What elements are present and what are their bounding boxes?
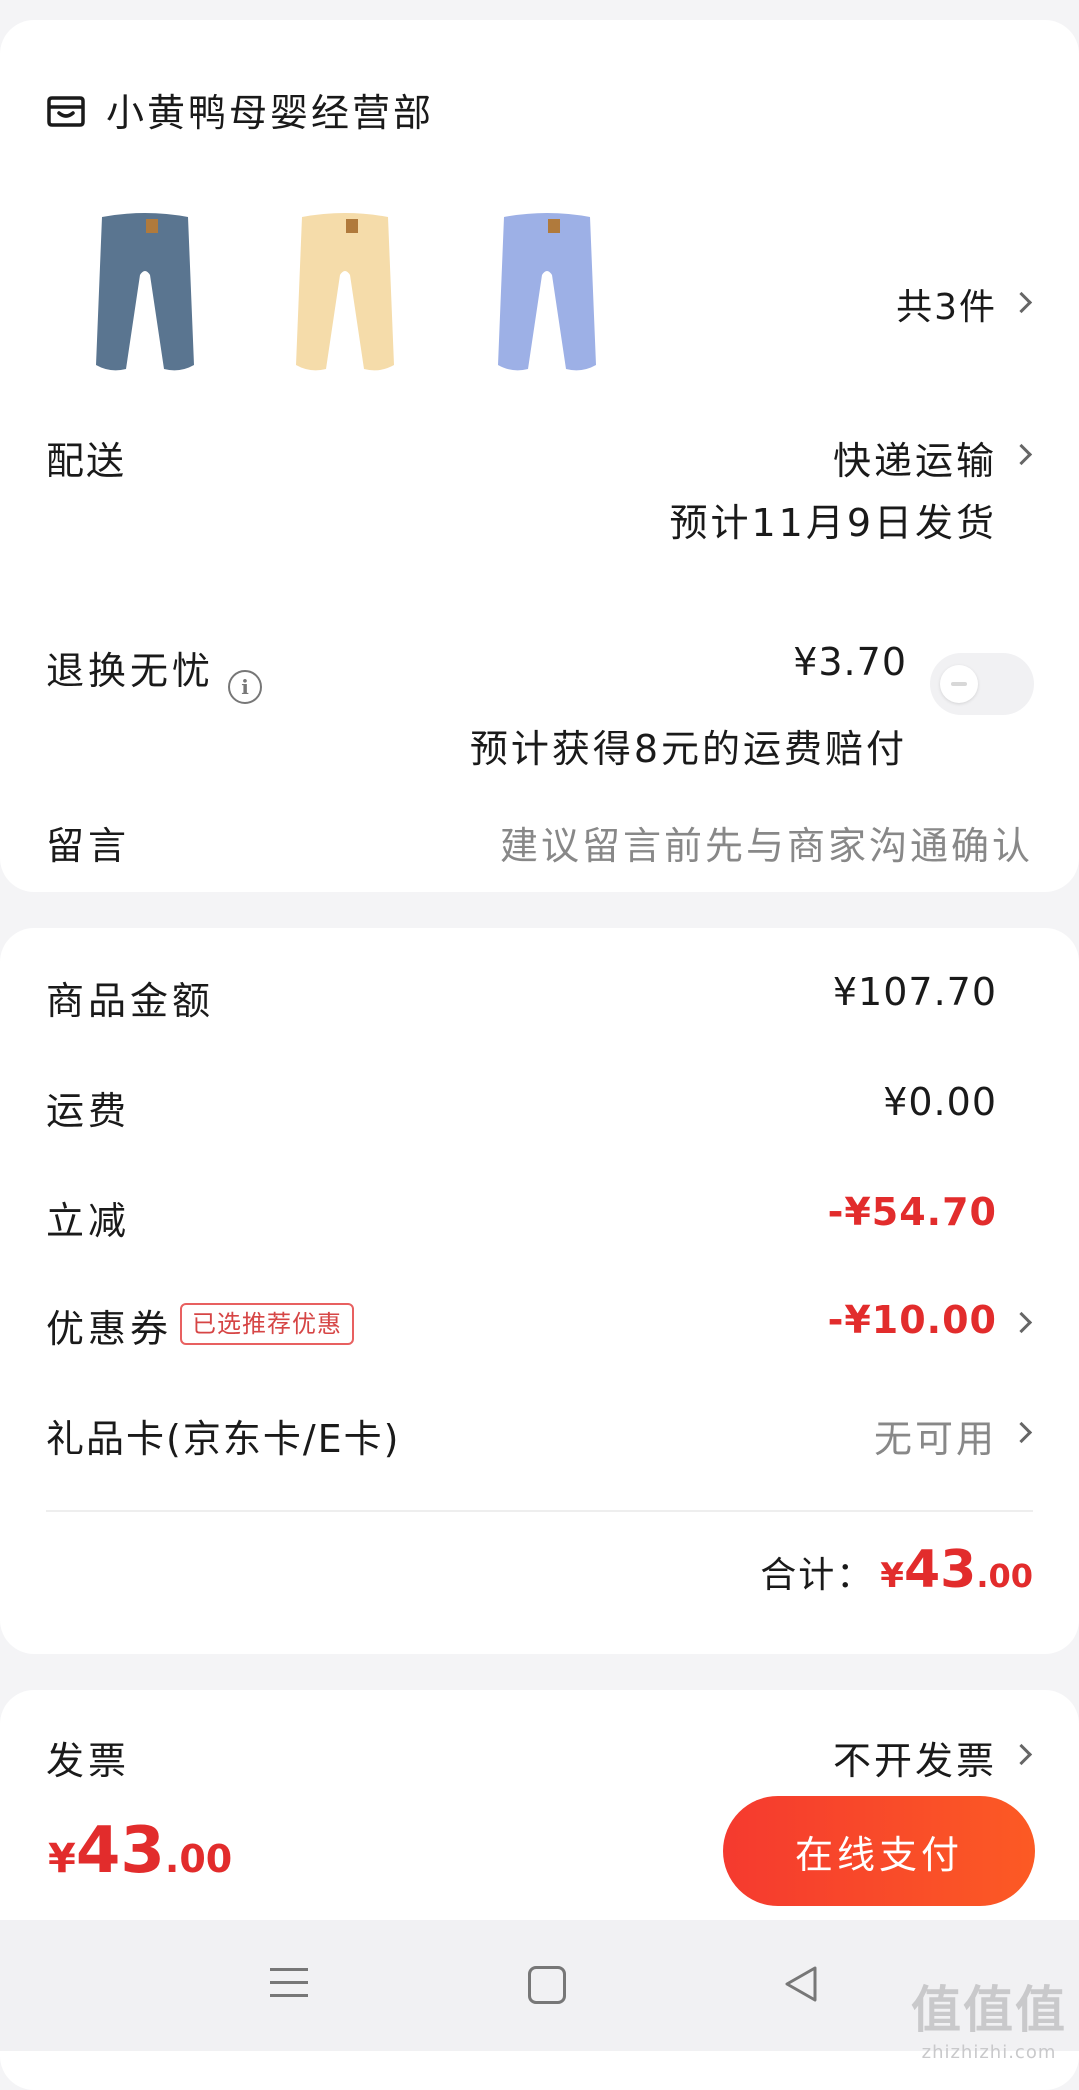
chevron-right-icon — [1010, 1311, 1033, 1334]
return-insurance-label: 退换无忧 — [46, 649, 215, 693]
gift-card-value[interactable]: 无可用 — [874, 1408, 997, 1463]
pay-currency: ¥ — [48, 1836, 76, 1882]
goods-amount-value: ¥107.70 — [832, 970, 997, 1014]
watermark-url: zhizhizhi.com — [921, 2042, 1057, 2063]
pay-bar: ¥ 43 .00 在线支付 — [0, 1790, 1079, 1920]
pay-amount-dec: .00 — [164, 1837, 233, 1881]
coupon-label[interactable]: 优惠券 — [46, 1298, 172, 1353]
price-summary-card: 商品金额 ¥107.70 运费 ¥0.00 立减 -¥54.70 优惠券 已选推… — [0, 928, 1079, 1654]
chevron-right-icon — [1010, 291, 1033, 314]
item-count[interactable]: 共3件 — [896, 278, 997, 330]
toggle-knob — [940, 665, 978, 703]
return-insurance-price: ¥3.70 — [793, 640, 907, 684]
freight-label: 运费 — [46, 1089, 131, 1133]
chevron-right-icon — [1010, 443, 1033, 466]
store-name[interactable]: 小黄鸭母婴经营部 — [106, 82, 434, 137]
invoice-label: 发票 — [46, 1739, 131, 1783]
goods-amount-label: 商品金额 — [46, 979, 215, 1023]
freight-value: ¥0.00 — [883, 1080, 997, 1124]
menu-icon[interactable] — [270, 1968, 308, 2007]
return-insurance-toggle[interactable] — [930, 653, 1034, 715]
shipping-label: 配送 — [46, 439, 127, 483]
total-amount: 43 — [903, 1540, 977, 1600]
back-icon[interactable] — [783, 1964, 819, 2004]
chevron-right-icon — [1010, 1421, 1033, 1444]
instant-discount-label: 立减 — [46, 1199, 131, 1243]
coupon-badge: 已选推荐优惠 — [180, 1303, 354, 1345]
chevron-right-icon — [1010, 1743, 1033, 1766]
info-icon[interactable]: i — [228, 670, 262, 704]
product-image-3[interactable] — [492, 205, 602, 380]
order-card: 小黄鸭母婴经营部 共3件 配送 快递运输 预计11月9日发货 退换无忧 i ¥3… — [0, 20, 1079, 892]
total-decimal: .00 — [976, 1557, 1033, 1595]
shipping-eta: 预计11月9日发货 — [669, 501, 997, 545]
total-label: 合计： — [760, 1555, 875, 1596]
product-image-2[interactable] — [290, 205, 400, 380]
gift-card-label[interactable]: 礼品卡(京东卡/E卡) — [46, 1408, 400, 1463]
pay-amount-int: 43 — [75, 1814, 165, 1888]
pay-online-button[interactable]: 在线支付 — [723, 1796, 1035, 1906]
product-image-1[interactable] — [90, 205, 200, 380]
instant-discount-value: -¥54.70 — [827, 1190, 997, 1234]
pay-amount: ¥ 43 .00 — [48, 1814, 232, 1888]
return-insurance-note: 预计获得8元的运费赔付 — [469, 727, 907, 771]
shipping-method[interactable]: 快递运输 — [833, 430, 997, 485]
message-input[interactable]: 建议留言前先与商家沟通确认 — [500, 815, 1033, 870]
watermark-logo: 值值值 — [911, 1981, 1067, 2039]
invoice-value[interactable]: 不开发票 — [833, 1730, 997, 1785]
coupon-value[interactable]: -¥10.00 — [828, 1298, 997, 1342]
total-row: 合计： ¥ 43 .00 — [760, 1540, 1033, 1600]
total-currency: ¥ — [880, 1556, 904, 1596]
message-label: 留言 — [46, 824, 131, 868]
watermark: 值值值 zhizhizhi.com — [911, 1970, 1067, 2063]
store-icon — [47, 96, 85, 127]
divider — [46, 1510, 1033, 1512]
home-icon[interactable] — [528, 1966, 566, 2004]
